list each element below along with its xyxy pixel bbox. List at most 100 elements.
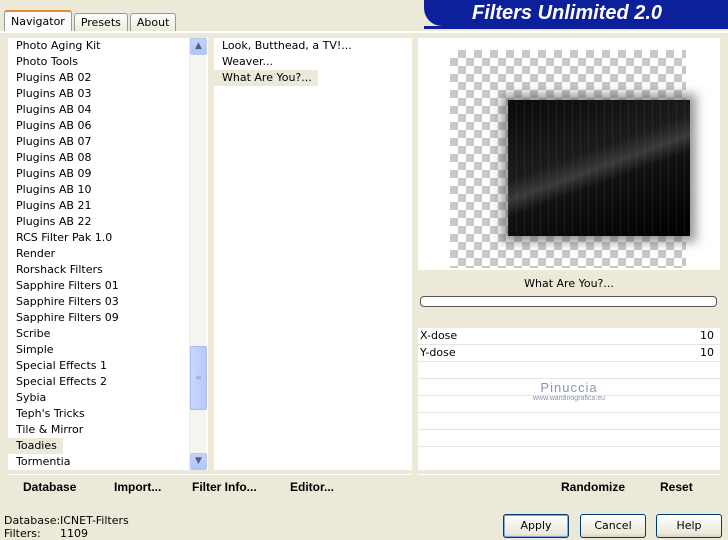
scroll-thumb[interactable]: ≡: [190, 346, 207, 410]
param-row-empty: [418, 413, 720, 430]
param-row-empty: [418, 430, 720, 447]
left-toolbar: Database Import... Filter Info... Editor…: [8, 474, 412, 500]
filter-info-button[interactable]: Filter Info...: [192, 480, 257, 494]
category-item-label: Plugins AB 07: [16, 135, 92, 148]
category-item[interactable]: Toadies: [8, 438, 63, 454]
preview-image: [508, 100, 690, 236]
header-divider: [0, 31, 728, 33]
category-list[interactable]: Photo Aging Kit Photo Tools Plugins AB 02 P…: [8, 38, 208, 470]
category-item-label: RCS Filter Pak 1.0: [16, 231, 113, 244]
category-item[interactable]: Plugins AB 10: [8, 182, 188, 198]
watermark-name: Pinuccia: [540, 380, 598, 395]
category-item[interactable]: Teph's Tricks: [8, 406, 188, 422]
database-button[interactable]: Database: [23, 480, 76, 494]
category-item-label: Tile & Mirror: [16, 423, 84, 436]
category-item[interactable]: Simple: [8, 342, 188, 358]
category-item-label: Plugins AB 08: [16, 151, 92, 164]
category-item[interactable]: Tile & Mirror: [8, 422, 188, 438]
filter-list[interactable]: Look, Butthead, a TV!... Weaver... What Ar…: [214, 38, 412, 86]
category-item[interactable]: Sapphire Filters 01: [8, 278, 188, 294]
watermark: Pinuccia www.wardinografica.eu: [504, 380, 634, 402]
help-button[interactable]: Help: [656, 514, 722, 538]
scroll-up-button[interactable]: ▲: [190, 38, 207, 55]
category-item-label: Plugins AB 06: [16, 119, 92, 132]
category-item-label: Plugins AB 02: [16, 71, 92, 84]
cancel-button[interactable]: Cancel: [580, 514, 646, 538]
category-item-label: Special Effects 2: [16, 375, 108, 388]
category-item[interactable]: Sapphire Filters 03: [8, 294, 188, 310]
category-item-label: Plugins AB 09: [16, 167, 92, 180]
category-item[interactable]: Photo Tools: [8, 54, 188, 70]
right-toolbar: Randomize Reset: [418, 474, 720, 500]
category-item[interactable]: Plugins AB 09: [8, 166, 188, 182]
category-item-label: Plugins AB 10: [16, 183, 92, 196]
param-row-empty: [418, 362, 720, 379]
filters-count: 1109: [60, 527, 88, 540]
filter-item-label: Look, Butthead, a TV!...: [222, 39, 352, 52]
filter-item[interactable]: Look, Butthead, a TV!...: [214, 38, 412, 54]
category-item[interactable]: Special Effects 2: [8, 374, 188, 390]
preview-panel: [418, 38, 720, 270]
category-list-panel: Photo Aging Kit Photo Tools Plugins AB 02 P…: [8, 38, 208, 470]
apply-button[interactable]: Apply: [503, 514, 569, 538]
category-item[interactable]: Plugins AB 03: [8, 86, 188, 102]
category-item-label: Scribe: [16, 327, 51, 340]
tab-presets[interactable]: Presets: [73, 13, 128, 32]
database-value: ICNET-Filters: [60, 514, 129, 527]
tab-bar: Navigator Presets About: [4, 10, 178, 32]
param-label: X-dose: [420, 329, 458, 342]
category-item[interactable]: Render: [8, 246, 188, 262]
category-item[interactable]: Plugins AB 21: [8, 198, 188, 214]
progress-bar: [420, 296, 717, 307]
category-item[interactable]: Tormentia: [8, 454, 188, 470]
category-item-label: Photo Tools: [16, 55, 78, 68]
category-item[interactable]: Scribe: [8, 326, 188, 342]
category-item[interactable]: Special Effects 1: [8, 358, 188, 374]
param-value: 10: [700, 329, 714, 342]
filter-item[interactable]: Weaver...: [214, 54, 412, 70]
category-scrollbar[interactable]: ▲ ≡ ▼: [189, 38, 207, 470]
category-item-label: Sapphire Filters 01: [16, 279, 119, 292]
reset-button[interactable]: Reset: [660, 480, 693, 494]
category-item-label: Teph's Tricks: [16, 407, 85, 420]
filter-item-label: What Are You?...: [222, 71, 312, 84]
preview-checkerboard: [450, 50, 690, 268]
category-item-label: Special Effects 1: [16, 359, 108, 372]
tab-navigator[interactable]: Navigator: [4, 10, 72, 32]
category-item[interactable]: Plugins AB 07: [8, 134, 188, 150]
tab-about[interactable]: About: [129, 13, 177, 32]
category-item[interactable]: Plugins AB 08: [8, 150, 188, 166]
param-row-x-dose[interactable]: X-dose 10: [418, 328, 720, 345]
category-item[interactable]: Plugins AB 04: [8, 102, 188, 118]
category-item-label: Plugins AB 21: [16, 199, 92, 212]
filter-item-label: Weaver...: [222, 55, 274, 68]
category-item-label: Sapphire Filters 03: [16, 295, 119, 308]
category-item[interactable]: Sapphire Filters 09: [8, 310, 188, 326]
category-item-label: Rorshack Filters: [16, 263, 103, 276]
category-item-label: Sapphire Filters 09: [16, 311, 119, 324]
selected-filter-name: What Are You?...: [524, 277, 614, 290]
watermark-url: www.wardinografica.eu: [533, 395, 605, 402]
category-item[interactable]: Plugins AB 02: [8, 70, 188, 86]
category-item[interactable]: Sybia: [8, 390, 188, 406]
category-item-label: Render: [16, 247, 56, 260]
param-row-y-dose[interactable]: Y-dose 10: [418, 345, 720, 362]
category-item[interactable]: Plugins AB 22: [8, 214, 188, 230]
category-item-label: Photo Aging Kit: [16, 39, 101, 52]
filter-item[interactable]: What Are You?...: [214, 70, 318, 86]
filters-label: Filters:: [4, 527, 41, 540]
randomize-button[interactable]: Randomize: [561, 480, 625, 494]
category-item-label: Plugins AB 03: [16, 87, 92, 100]
scroll-down-button[interactable]: ▼: [190, 453, 207, 470]
import-button[interactable]: Import...: [114, 480, 161, 494]
parameter-panel: X-dose 10 Y-dose 10 Pinuccia www.wardino…: [418, 328, 720, 470]
category-item[interactable]: Rorshack Filters: [8, 262, 188, 278]
category-item-label: Simple: [16, 343, 54, 356]
category-item[interactable]: Plugins AB 06: [8, 118, 188, 134]
app-title-banner: Filters Unlimited 2.0: [424, 0, 728, 29]
database-label: Database:: [4, 514, 61, 527]
editor-button[interactable]: Editor...: [290, 480, 334, 494]
category-item-label: Sybia: [16, 391, 47, 404]
category-item[interactable]: Photo Aging Kit: [8, 38, 188, 54]
category-item[interactable]: RCS Filter Pak 1.0: [8, 230, 188, 246]
